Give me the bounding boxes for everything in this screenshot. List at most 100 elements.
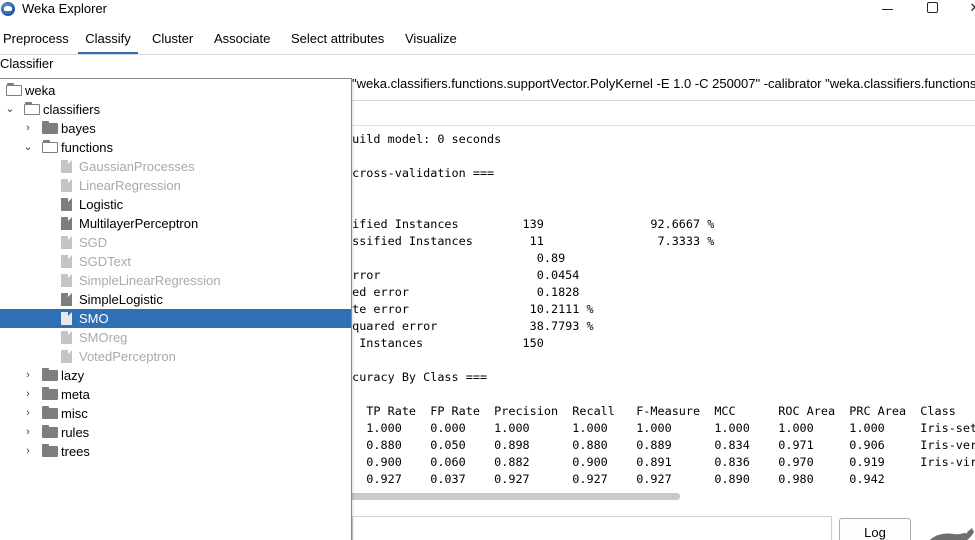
tree-leaf-logistic[interactable]: Logistic: [0, 195, 351, 214]
tab-associate[interactable]: Associate: [210, 24, 274, 54]
file-icon: [61, 350, 72, 363]
output-line: error 0.0454: [345, 268, 580, 282]
tree-node-label: rules: [61, 425, 90, 440]
output-line: f Instances 150: [345, 336, 544, 350]
chevron-right-icon[interactable]: ›: [22, 385, 34, 404]
tree-node-label: misc: [61, 406, 88, 421]
classifier-section-label: Classifier: [0, 56, 54, 71]
output-line: 0.880 0.050 0.898 0.880 0.889 0.834 0.97…: [345, 438, 975, 452]
tree-leaf-simplelogistic[interactable]: SimpleLogistic: [0, 290, 351, 309]
tree-node-misc[interactable]: › misc: [0, 404, 351, 423]
tree-node-label: functions: [61, 140, 114, 155]
output-line: build model: 0 seconds: [345, 132, 502, 146]
chevron-right-icon[interactable]: ›: [22, 442, 34, 461]
maximize-button[interactable]: [912, 0, 952, 16]
output-line: cross-validation ===: [345, 166, 495, 180]
folder-icon: [42, 368, 58, 381]
tree-leaf-gaussianprocesses: GaussianProcesses: [0, 157, 351, 176]
tab-preprocess[interactable]: Preprocess: [0, 24, 73, 54]
log-button[interactable]: Log: [839, 518, 911, 540]
minimize-icon: [881, 9, 893, 11]
folder-icon: [42, 387, 58, 400]
tree-leaf-sgdtext: SGDText: [0, 252, 351, 271]
output-line: ute error 10.2111 %: [345, 302, 594, 316]
scrollbar-thumb[interactable]: [350, 493, 680, 500]
tree-leaf-votedperceptron: VotedPerceptron: [0, 347, 351, 366]
tree-node-functions[interactable]: ⌄ functions: [0, 138, 351, 157]
folder-open-icon: [24, 102, 40, 115]
tree-leaf-linearregression: LinearRegression: [0, 176, 351, 195]
tree-leaf-label: GaussianProcesses: [79, 159, 195, 174]
file-icon: [61, 217, 72, 230]
tree-leaf-label: LinearRegression: [79, 178, 181, 193]
output-line: red error 0.1828: [345, 285, 580, 299]
tree-leaf-label: MultilayerPerceptron: [79, 216, 199, 231]
tree-node-weka[interactable]: weka: [0, 81, 351, 100]
folder-icon: [42, 444, 58, 457]
tab-cluster[interactable]: Cluster: [148, 24, 197, 54]
file-icon: [61, 179, 72, 192]
chevron-down-icon[interactable]: ⌄: [22, 138, 34, 157]
tree-node-label: trees: [61, 444, 90, 459]
tree-node-lazy[interactable]: › lazy: [0, 366, 351, 385]
tree-node-label: weka: [25, 83, 56, 98]
output-line: 1.000 0.000 1.000 1.000 1.000 1.000 1.00…: [345, 421, 975, 435]
output-line: 0.900 0.060 0.882 0.900 0.891 0.836 0.97…: [345, 455, 975, 469]
status-panel: [352, 516, 832, 540]
tree-leaf-multilayerperceptron[interactable]: MultilayerPerceptron: [0, 214, 351, 233]
chevron-right-icon[interactable]: ›: [22, 404, 34, 423]
tree-node-classifiers[interactable]: ⌄ classifiers: [0, 100, 351, 119]
tree-leaf-label: SGDText: [79, 254, 132, 269]
close-icon: ✕: [970, 0, 975, 15]
chevron-down-icon[interactable]: ⌄: [4, 100, 16, 119]
tree-node-meta[interactable]: › meta: [0, 385, 351, 404]
folder-open-icon: [42, 140, 58, 153]
file-icon: [61, 293, 72, 306]
classifier-command-field[interactable]: K "weka.classifiers.functions.supportVec…: [340, 74, 975, 94]
file-icon: [61, 198, 72, 211]
output-line: sified Instances 139 92.6667 %: [345, 217, 715, 231]
weka-bird-icon: [1, 2, 15, 16]
tree-leaf-label: SimpleLinearRegression: [79, 273, 221, 288]
file-icon: [61, 236, 72, 249]
chevron-right-icon[interactable]: ›: [22, 366, 34, 385]
tree-leaf-label: Logistic: [79, 197, 124, 212]
tree-leaf-label: VotedPerceptron: [79, 349, 176, 364]
folder-icon: [42, 425, 58, 438]
tree-node-bayes[interactable]: › bayes: [0, 119, 351, 138]
tab-visualize[interactable]: Visualize: [401, 24, 461, 54]
weka-bird-logo-icon: [930, 528, 974, 540]
tree-leaf-label: SMOreg: [79, 330, 128, 345]
folder-icon: [42, 121, 58, 134]
file-icon: [61, 274, 72, 287]
minimize-button[interactable]: [867, 0, 907, 16]
tree-node-trees[interactable]: › trees: [0, 442, 351, 461]
output-line: c 0.89: [345, 251, 566, 265]
tab-classify[interactable]: Classify: [78, 24, 138, 54]
chevron-right-icon[interactable]: ›: [22, 119, 34, 138]
close-button[interactable]: ✕: [955, 0, 975, 16]
tree-node-rules[interactable]: › rules: [0, 423, 351, 442]
output-line: squared error 38.7793 %: [345, 319, 594, 333]
tree-leaf-sgd: SGD: [0, 233, 351, 252]
horizontal-scrollbar[interactable]: [345, 490, 975, 504]
output-line: ccuracy By Class ===: [345, 370, 488, 384]
tree-leaf-smo[interactable]: SMO: [0, 309, 351, 328]
output-line: TP Rate FP Rate Precision Recall F-Measu…: [345, 404, 956, 418]
chevron-right-icon[interactable]: ›: [22, 423, 34, 442]
maximize-icon: [926, 2, 938, 13]
tree-node-label: meta: [61, 387, 90, 402]
tree-node-label: bayes: [61, 121, 96, 136]
classifier-output[interactable]: build model: 0 seconds cross-validation …: [345, 126, 975, 490]
file-icon: [61, 312, 72, 325]
classifier-tree-popup[interactable]: weka ⌄ classifiers › bayes ⌄ functions G…: [0, 78, 352, 540]
tree-node-label: lazy: [61, 368, 85, 383]
output-line: 0.927 0.037 0.927 0.927 0.927 0.890 0.98…: [345, 472, 885, 486]
tree-leaf-label: SGD: [79, 235, 108, 250]
output-line: assified Instances 11 7.3333 %: [345, 234, 715, 248]
tab-select-attributes[interactable]: Select attributes: [287, 24, 388, 54]
command-text: "weka.classifiers.functions.supportVecto…: [352, 76, 975, 91]
file-icon: [61, 255, 72, 268]
file-icon: [61, 160, 72, 173]
divider: [340, 100, 975, 101]
